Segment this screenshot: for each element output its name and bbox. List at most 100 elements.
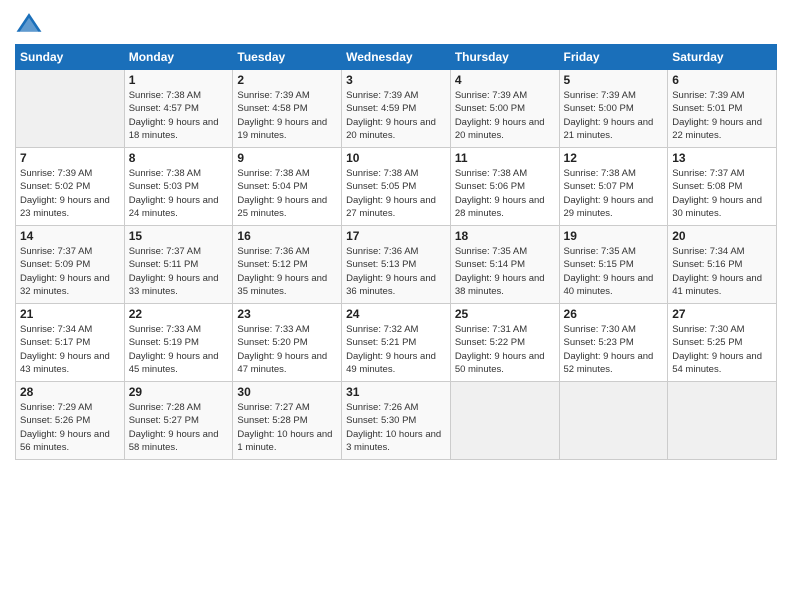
day-number: 2: [237, 73, 337, 87]
day-number: 10: [346, 151, 446, 165]
calendar-cell: 23 Sunrise: 7:33 AMSunset: 5:20 PMDayligh…: [233, 304, 342, 382]
day-number: 15: [129, 229, 229, 243]
day-detail: Sunrise: 7:28 AMSunset: 5:27 PMDaylight:…: [129, 401, 229, 454]
calendar-cell: 16 Sunrise: 7:36 AMSunset: 5:12 PMDayligh…: [233, 226, 342, 304]
calendar-cell: 28 Sunrise: 7:29 AMSunset: 5:26 PMDayligh…: [16, 382, 125, 460]
day-detail: Sunrise: 7:29 AMSunset: 5:26 PMDaylight:…: [20, 401, 120, 454]
day-detail: Sunrise: 7:39 AMSunset: 4:59 PMDaylight:…: [346, 89, 446, 142]
day-detail: Sunrise: 7:38 AMSunset: 5:07 PMDaylight:…: [564, 167, 664, 220]
calendar-cell: 24 Sunrise: 7:32 AMSunset: 5:21 PMDayligh…: [342, 304, 451, 382]
day-detail: Sunrise: 7:38 AMSunset: 5:04 PMDaylight:…: [237, 167, 337, 220]
day-number: 30: [237, 385, 337, 399]
day-detail: Sunrise: 7:34 AMSunset: 5:17 PMDaylight:…: [20, 323, 120, 376]
day-detail: Sunrise: 7:39 AMSunset: 4:58 PMDaylight:…: [237, 89, 337, 142]
day-detail: Sunrise: 7:32 AMSunset: 5:21 PMDaylight:…: [346, 323, 446, 376]
calendar-cell: 14 Sunrise: 7:37 AMSunset: 5:09 PMDayligh…: [16, 226, 125, 304]
day-number: 18: [455, 229, 555, 243]
calendar-cell: 18 Sunrise: 7:35 AMSunset: 5:14 PMDayligh…: [450, 226, 559, 304]
calendar-cell: 12 Sunrise: 7:38 AMSunset: 5:07 PMDayligh…: [559, 148, 668, 226]
day-detail: Sunrise: 7:37 AMSunset: 5:11 PMDaylight:…: [129, 245, 229, 298]
calendar-cell: 29 Sunrise: 7:28 AMSunset: 5:27 PMDayligh…: [124, 382, 233, 460]
day-number: 31: [346, 385, 446, 399]
day-number: 4: [455, 73, 555, 87]
calendar-cell: 11 Sunrise: 7:38 AMSunset: 5:06 PMDayligh…: [450, 148, 559, 226]
calendar-cell: 27 Sunrise: 7:30 AMSunset: 5:25 PMDayligh…: [668, 304, 777, 382]
day-detail: Sunrise: 7:39 AMSunset: 5:00 PMDaylight:…: [564, 89, 664, 142]
day-detail: Sunrise: 7:38 AMSunset: 4:57 PMDaylight:…: [129, 89, 229, 142]
day-detail: Sunrise: 7:38 AMSunset: 5:06 PMDaylight:…: [455, 167, 555, 220]
calendar-cell: 4 Sunrise: 7:39 AMSunset: 5:00 PMDaylight…: [450, 70, 559, 148]
calendar-table: SundayMondayTuesdayWednesdayThursdayFrid…: [15, 44, 777, 460]
day-detail: Sunrise: 7:37 AMSunset: 5:09 PMDaylight:…: [20, 245, 120, 298]
calendar-cell: 6 Sunrise: 7:39 AMSunset: 5:01 PMDaylight…: [668, 70, 777, 148]
day-detail: Sunrise: 7:36 AMSunset: 5:12 PMDaylight:…: [237, 245, 337, 298]
day-detail: Sunrise: 7:35 AMSunset: 5:14 PMDaylight:…: [455, 245, 555, 298]
calendar-cell: 10 Sunrise: 7:38 AMSunset: 5:05 PMDayligh…: [342, 148, 451, 226]
calendar-cell: 5Sunrise: 7:39 AMSunset: 5:00 PMDaylight…: [559, 70, 668, 148]
day-number: 7: [20, 151, 120, 165]
day-number: 12: [564, 151, 664, 165]
calendar-cell: 13Sunrise: 7:37 AMSunset: 5:08 PMDayligh…: [668, 148, 777, 226]
day-number: 28: [20, 385, 120, 399]
day-number: 3: [346, 73, 446, 87]
col-header-friday: Friday: [559, 45, 668, 70]
col-header-tuesday: Tuesday: [233, 45, 342, 70]
day-detail: Sunrise: 7:39 AMSunset: 5:01 PMDaylight:…: [672, 89, 772, 142]
day-number: 23: [237, 307, 337, 321]
week-row-2: 7Sunrise: 7:39 AMSunset: 5:02 PMDaylight…: [16, 148, 777, 226]
calendar-cell: 21 Sunrise: 7:34 AMSunset: 5:17 PMDayligh…: [16, 304, 125, 382]
calendar-cell: 15 Sunrise: 7:37 AMSunset: 5:11 PMDayligh…: [124, 226, 233, 304]
col-header-monday: Monday: [124, 45, 233, 70]
day-number: 26: [564, 307, 664, 321]
day-number: 14: [20, 229, 120, 243]
logo-icon: [15, 10, 43, 38]
day-number: 19: [564, 229, 664, 243]
day-number: 16: [237, 229, 337, 243]
week-row-3: 14 Sunrise: 7:37 AMSunset: 5:09 PMDayligh…: [16, 226, 777, 304]
day-number: 21: [20, 307, 120, 321]
day-number: 22: [129, 307, 229, 321]
calendar-cell: [559, 382, 668, 460]
calendar-cell: 26 Sunrise: 7:30 AMSunset: 5:23 PMDayligh…: [559, 304, 668, 382]
day-number: 27: [672, 307, 772, 321]
day-detail: Sunrise: 7:37 AMSunset: 5:08 PMDaylight:…: [672, 167, 772, 220]
day-number: 1: [129, 73, 229, 87]
day-number: 17: [346, 229, 446, 243]
day-number: 6: [672, 73, 772, 87]
day-detail: Sunrise: 7:27 AMSunset: 5:28 PMDaylight:…: [237, 401, 337, 454]
day-detail: Sunrise: 7:35 AMSunset: 5:15 PMDaylight:…: [564, 245, 664, 298]
week-row-4: 21 Sunrise: 7:34 AMSunset: 5:17 PMDayligh…: [16, 304, 777, 382]
day-detail: Sunrise: 7:33 AMSunset: 5:19 PMDaylight:…: [129, 323, 229, 376]
day-detail: Sunrise: 7:33 AMSunset: 5:20 PMDaylight:…: [237, 323, 337, 376]
col-header-wednesday: Wednesday: [342, 45, 451, 70]
day-detail: Sunrise: 7:30 AMSunset: 5:25 PMDaylight:…: [672, 323, 772, 376]
calendar-cell: [16, 70, 125, 148]
col-header-thursday: Thursday: [450, 45, 559, 70]
day-detail: Sunrise: 7:30 AMSunset: 5:23 PMDaylight:…: [564, 323, 664, 376]
calendar-cell: 3 Sunrise: 7:39 AMSunset: 4:59 PMDaylight…: [342, 70, 451, 148]
day-detail: Sunrise: 7:38 AMSunset: 5:03 PMDaylight:…: [129, 167, 229, 220]
calendar-cell: 19 Sunrise: 7:35 AMSunset: 5:15 PMDayligh…: [559, 226, 668, 304]
day-number: 24: [346, 307, 446, 321]
day-detail: Sunrise: 7:38 AMSunset: 5:05 PMDaylight:…: [346, 167, 446, 220]
day-detail: Sunrise: 7:26 AMSunset: 5:30 PMDaylight:…: [346, 401, 446, 454]
calendar-cell: [668, 382, 777, 460]
week-row-5: 28 Sunrise: 7:29 AMSunset: 5:26 PMDayligh…: [16, 382, 777, 460]
day-detail: Sunrise: 7:39 AMSunset: 5:00 PMDaylight:…: [455, 89, 555, 142]
calendar-cell: 1 Sunrise: 7:38 AMSunset: 4:57 PMDaylight…: [124, 70, 233, 148]
calendar-cell: 25Sunrise: 7:31 AMSunset: 5:22 PMDayligh…: [450, 304, 559, 382]
day-number: 29: [129, 385, 229, 399]
calendar-cell: 2 Sunrise: 7:39 AMSunset: 4:58 PMDaylight…: [233, 70, 342, 148]
calendar-cell: 30 Sunrise: 7:27 AMSunset: 5:28 PMDayligh…: [233, 382, 342, 460]
calendar-cell: 20Sunrise: 7:34 AMSunset: 5:16 PMDayligh…: [668, 226, 777, 304]
day-detail: Sunrise: 7:36 AMSunset: 5:13 PMDaylight:…: [346, 245, 446, 298]
day-number: 20: [672, 229, 772, 243]
day-number: 9: [237, 151, 337, 165]
calendar-cell: 22 Sunrise: 7:33 AMSunset: 5:19 PMDayligh…: [124, 304, 233, 382]
header-row: SundayMondayTuesdayWednesdayThursdayFrid…: [16, 45, 777, 70]
day-number: 25: [455, 307, 555, 321]
col-header-sunday: Sunday: [16, 45, 125, 70]
day-number: 11: [455, 151, 555, 165]
day-number: 8: [129, 151, 229, 165]
calendar-cell: 31 Sunrise: 7:26 AMSunset: 5:30 PMDayligh…: [342, 382, 451, 460]
